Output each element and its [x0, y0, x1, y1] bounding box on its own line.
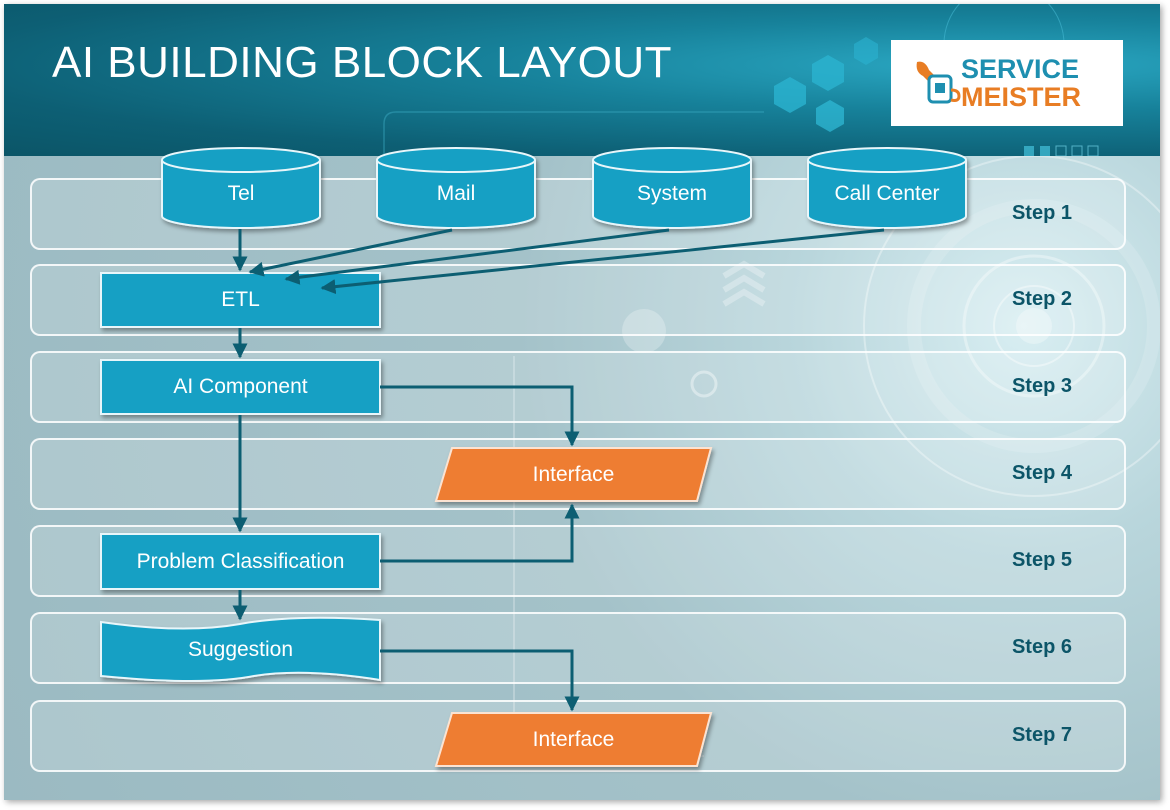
problem-classification-label: Problem Classification	[136, 549, 345, 573]
ai-component-label: AI Component	[173, 375, 308, 398]
interface-label-step7: Interface	[532, 727, 615, 751]
source-label-system: System	[636, 182, 707, 205]
arrow-mail-etl	[248, 228, 453, 277]
arrow-ai-interface	[380, 385, 580, 447]
arrow-suggestion-interface	[380, 649, 580, 712]
interface-label-step4: Interface	[532, 462, 615, 486]
etl-label: ETL	[221, 288, 260, 311]
source-label-call-center: Call Center	[834, 182, 940, 205]
suggestion-label: Suggestion	[187, 638, 294, 661]
arrow-classification-interface	[380, 503, 580, 563]
source-label-tel: Tel	[227, 182, 255, 205]
slide: AI BUILDING BLOCK LAYOUT SERVICE MEISTER	[4, 4, 1160, 800]
source-label-mail: Mail	[436, 182, 476, 205]
